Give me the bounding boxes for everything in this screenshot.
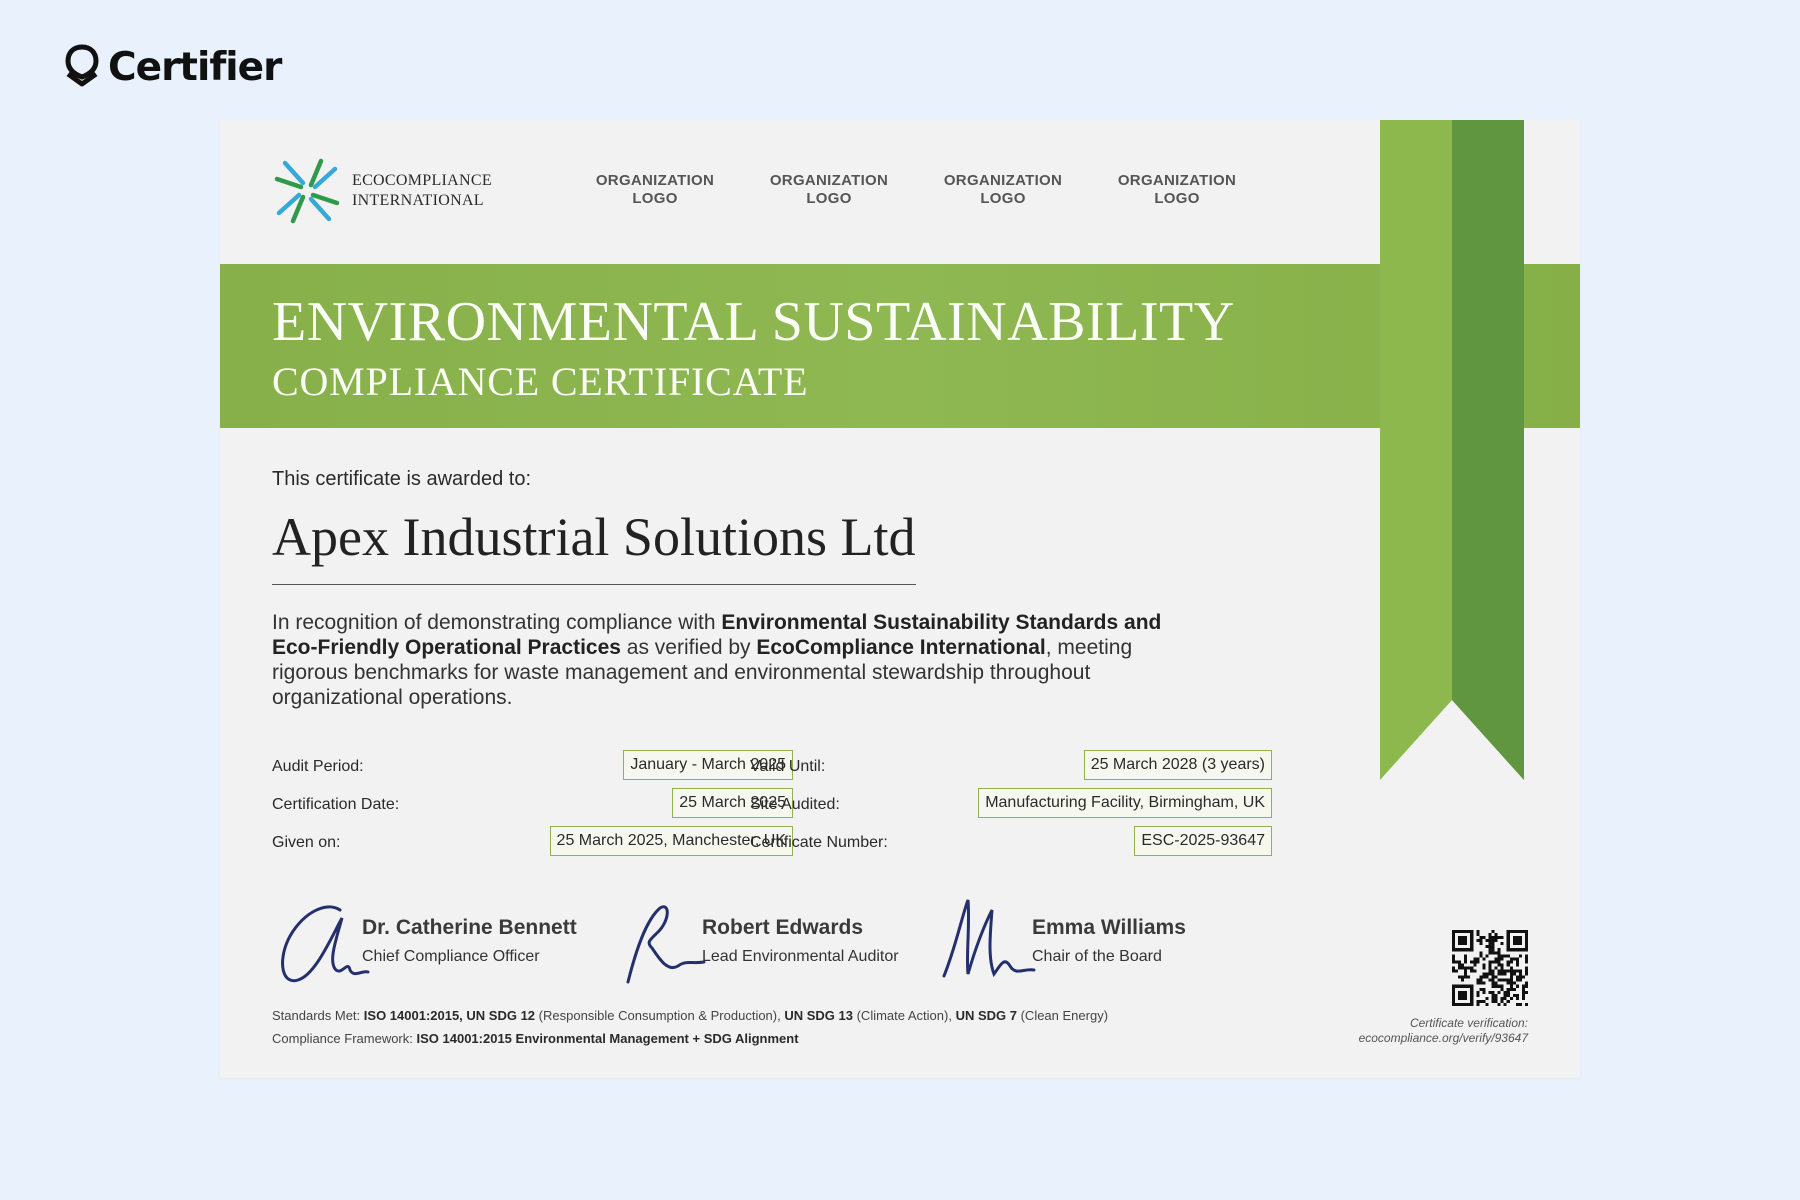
audit-period-label: Audit Period: [272, 758, 364, 775]
desc-verifier: EcoCompliance International [756, 636, 1046, 659]
issuer-name: ECOCOMPLIANCE INTERNATIONAL [352, 171, 492, 211]
signatory-1-role: Chief Compliance Officer [362, 948, 540, 965]
certificate-number-label: Certificate Number: [750, 834, 888, 851]
issuer-name-line2: INTERNATIONAL [352, 192, 484, 209]
standard-2-note: (Climate Action), [852, 1008, 956, 1023]
standards-met-line: Standards Met: ISO 14001:2015, UN SDG 12… [272, 1004, 1232, 1027]
framework-label: Compliance Framework: [272, 1031, 417, 1046]
certificate-title: ENVIRONMENTAL SUSTAINABILITY [272, 291, 1235, 353]
recipient-underline [272, 584, 916, 585]
desc-part-1: In recognition of demonstrating complian… [272, 611, 722, 634]
partner-logo-4: ORGANIZATION LOGO [1117, 172, 1237, 207]
signatory-3-name: Emma Williams [1032, 916, 1186, 939]
issuer-logo: ECOCOMPLIANCE INTERNATIONAL [272, 156, 492, 226]
framework-value: ISO 14001:2015 Environmental Management … [416, 1031, 799, 1046]
issuer-name-line1: ECOCOMPLIANCE [352, 172, 492, 189]
signature-2 [626, 905, 706, 984]
partner-logo-3: ORGANIZATION LOGO [943, 172, 1063, 207]
signatory-3-role: Chair of the Board [1032, 948, 1162, 965]
signature-1 [281, 905, 370, 983]
given-on-label: Given on: [272, 834, 341, 851]
certificate-subtitle: COMPLIANCE CERTIFICATE [272, 359, 809, 404]
standard-1: ISO 14001:2015, UN SDG 12 [363, 1008, 536, 1023]
certification-date-label: Certification Date: [272, 796, 400, 813]
verification-url[interactable]: ecocompliance.org/verify/93647 [1359, 1031, 1528, 1046]
recognition-text: In recognition of demonstrating complian… [272, 610, 1172, 710]
standard-2: UN SDG 13 [784, 1008, 853, 1023]
ribbon [1380, 120, 1524, 780]
site-audited-value: Manufacturing Facility, Birmingham, UK [978, 788, 1272, 818]
partner-logo-1: ORGANIZATION LOGO [595, 172, 715, 207]
standard-3-note: (Clean Energy) [1016, 1008, 1109, 1023]
framework-line: Compliance Framework: ISO 14001:2015 Env… [272, 1027, 1232, 1050]
standards-label: Standards Met: [272, 1008, 364, 1023]
awarded-to-label: This certificate is awarded to: [272, 468, 531, 490]
title-banner: ENVIRONMENTAL SUSTAINABILITY COMPLIANCE … [220, 264, 1580, 428]
recipient-name: Apex Industrial Solutions Ltd [272, 507, 916, 567]
desc-part-2: as verified by [620, 636, 757, 659]
signatory-2-name: Robert Edwards [702, 916, 864, 939]
certificate-number-value: ESC-2025-93647 [1134, 826, 1272, 856]
valid-until-label: Valid Until: [750, 758, 826, 775]
certificate: ECOCOMPLIANCE INTERNATIONAL ORGANIZATION… [220, 120, 1580, 1078]
signatory-1-name: Dr. Catherine Bennett [362, 916, 577, 939]
eco-star-icon [274, 158, 340, 224]
standards-info: Standards Met: ISO 14001:2015, UN SDG 12… [272, 1004, 1232, 1050]
qr-code-icon[interactable] [1452, 930, 1528, 1006]
certifier-brand: Certifier [64, 44, 282, 90]
valid-until-value: 25 March 2028 (3 years) [1083, 750, 1272, 780]
verification-info: Certificate verification: ecocompliance.… [1359, 1016, 1528, 1046]
signatory-2-role: Lead Environmental Auditor [702, 948, 899, 965]
brand-name: Certifier [108, 44, 282, 90]
standard-1-note: (Responsible Consumption & Production), [535, 1008, 785, 1023]
standard-3: UN SDG 7 [955, 1008, 1017, 1023]
verification-label: Certificate verification: [1409, 1016, 1528, 1030]
certifier-shield-icon [65, 44, 99, 87]
site-audited-label: Site Audited: [750, 796, 840, 813]
signature-3 [942, 899, 1036, 978]
partner-logo-2: ORGANIZATION LOGO [769, 172, 889, 207]
